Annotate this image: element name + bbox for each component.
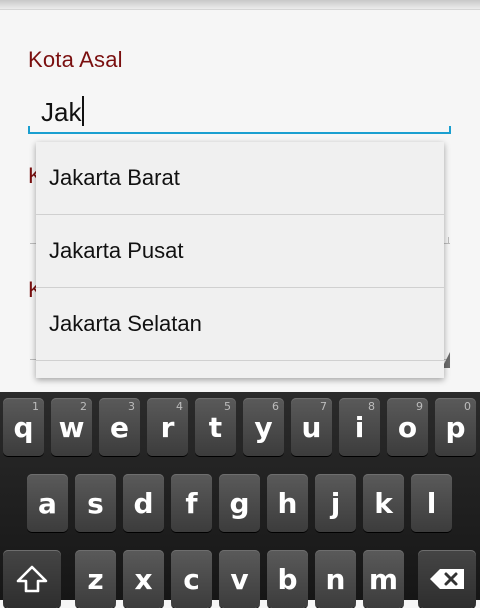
key-j[interactable]: j <box>315 474 356 532</box>
key-w[interactable]: 2w <box>51 398 92 456</box>
key-t[interactable]: 5t <box>195 398 236 456</box>
key-l[interactable]: l <box>411 474 452 532</box>
shift-key[interactable] <box>3 550 61 608</box>
key-e[interactable]: 3e <box>99 398 140 456</box>
key-c[interactable]: c <box>171 550 212 608</box>
backspace-key[interactable] <box>418 550 476 608</box>
key-y[interactable]: 6y <box>243 398 284 456</box>
key-z[interactable]: z <box>75 550 116 608</box>
key-n[interactable]: n <box>315 550 356 608</box>
status-bar-edge <box>0 0 480 10</box>
key-a[interactable]: a <box>27 474 68 532</box>
origin-city-label: Kota Asal <box>28 47 123 72</box>
soft-keyboard: 1q 2w 3e 4r 5t 6y 7u 8i 9o 0p a s d f g … <box>0 392 480 608</box>
origin-city-input-text[interactable]: Jak <box>41 96 85 128</box>
key-p[interactable]: 0p <box>435 398 476 456</box>
key-m[interactable]: m <box>363 550 404 608</box>
key-g[interactable]: g <box>219 474 260 532</box>
key-q[interactable]: 1q <box>3 398 44 456</box>
text-caret <box>82 96 85 126</box>
key-d[interactable]: d <box>123 474 164 532</box>
key-h[interactable]: h <box>267 474 308 532</box>
key-f[interactable]: f <box>171 474 212 532</box>
suggestion-item[interactable]: Jakarta Barat <box>36 142 444 215</box>
key-o[interactable]: 9o <box>387 398 428 456</box>
key-u[interactable]: 7u <box>291 398 332 456</box>
autocomplete-dropdown[interactable]: Jakarta Barat Jakarta Pusat Jakarta Sela… <box>36 142 444 378</box>
backspace-icon <box>430 569 464 589</box>
suggestion-item[interactable]: Jakarta Selatan <box>36 288 444 361</box>
key-x[interactable]: x <box>123 550 164 608</box>
key-v[interactable]: v <box>219 550 260 608</box>
key-k[interactable]: k <box>363 474 404 532</box>
suggestion-item[interactable]: Jakarta Pusat <box>36 215 444 288</box>
suggestion-item-partial[interactable] <box>36 361 444 378</box>
key-i[interactable]: 8i <box>339 398 380 456</box>
key-r[interactable]: 4r <box>147 398 188 456</box>
origin-city-input[interactable]: Jak <box>28 94 451 134</box>
shift-arrow-icon <box>16 565 48 593</box>
key-s[interactable]: s <box>75 474 116 532</box>
key-b[interactable]: b <box>267 550 308 608</box>
